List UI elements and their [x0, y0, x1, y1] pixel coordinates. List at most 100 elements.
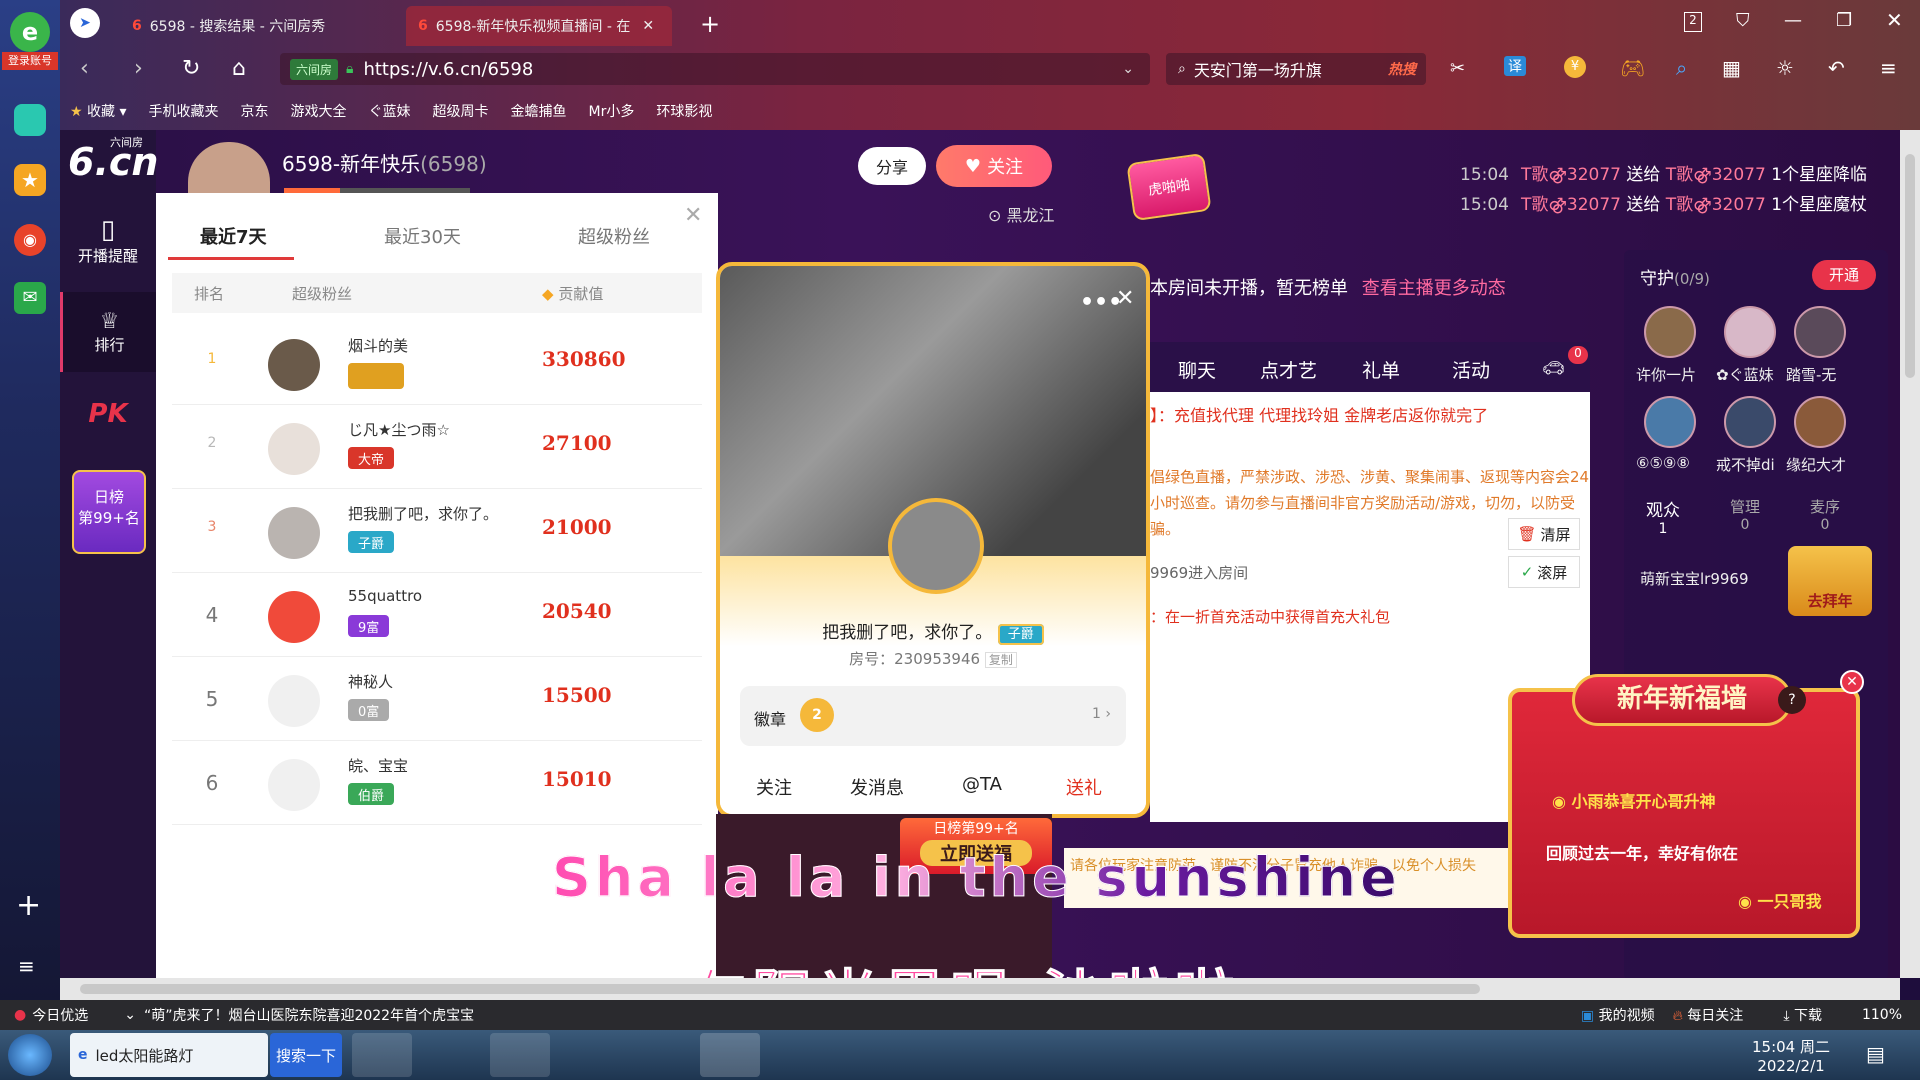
news-ticker[interactable]: “萌”虎来了！烟台山医院东院喜迎2022年首个虎宝宝	[144, 1005, 474, 1025]
send-gift-action[interactable]: 送礼	[1066, 774, 1102, 800]
tab-search-results[interactable]: 6 6598 - 搜索结果 - 六间房秀	[120, 6, 404, 46]
close-icon[interactable]: ✕	[1116, 286, 1134, 311]
forward-icon[interactable]: ›	[134, 56, 143, 81]
search-input[interactable]: 天安门第一场升旗	[1194, 57, 1322, 81]
rank-row[interactable]: 3 把我删了吧，求你了。 子爵 21000	[172, 489, 702, 573]
clock[interactable]: 15:04 周二 2022/2/1	[1752, 1036, 1830, 1075]
daily-rank-badge[interactable]: 日榜 第99+名	[72, 470, 146, 554]
taskbar-ie-icon[interactable]	[422, 1033, 482, 1077]
bookmark-item[interactable]: 手机收藏夹	[149, 101, 219, 121]
guard-avatar[interactable]	[1794, 396, 1846, 448]
close-icon[interactable]: ✕	[684, 203, 702, 228]
menu-icon[interactable]: ≡	[1880, 56, 1897, 80]
tab-count-badge[interactable]: 2	[1684, 12, 1702, 32]
message-receiver[interactable]: T歌⚣32077	[1666, 195, 1766, 215]
user-name[interactable]: 55quattro	[348, 587, 422, 605]
bookmark-item[interactable]: 金蟾捕鱼	[511, 101, 567, 121]
navigate-icon[interactable]: ➤	[70, 8, 100, 38]
share-button[interactable]: 分享	[858, 147, 926, 185]
login-label[interactable]: 登录账号	[2, 52, 58, 70]
horizontal-scrollbar[interactable]	[60, 978, 1900, 1000]
rank-row[interactable]: 5 神秘人 0富 15500	[172, 657, 702, 741]
audience-user[interactable]: 萌新宝宝lr9969	[1640, 568, 1749, 589]
taskbar-app-icon[interactable]	[700, 1033, 760, 1077]
guard-name[interactable]: ✿ぐ蓝妹	[1716, 364, 1774, 385]
tab-mic-queue[interactable]: 麦序 0	[1810, 496, 1840, 533]
back-icon[interactable]: ‹	[80, 56, 89, 81]
tab-gift-list[interactable]: 礼单	[1362, 356, 1400, 383]
add-icon[interactable]: +	[16, 888, 41, 923]
magnifier-icon[interactable]: ⌕	[1676, 56, 1687, 80]
nav-live-reminder[interactable]: ▯ 开播提醒	[60, 200, 156, 280]
more-updates-link[interactable]: 查看主播更多动态	[1362, 278, 1506, 299]
user-name[interactable]: じ凡★尘つ雨☆	[348, 419, 450, 440]
grid-icon[interactable]: ▦	[1722, 56, 1741, 80]
star-icon[interactable]: ★	[14, 164, 46, 196]
bookmark-item[interactable]: ぐ蓝妹	[369, 101, 411, 121]
guard-name[interactable]: 戒不掉di	[1716, 454, 1775, 475]
tab-last-30-days[interactable]: 最近30天	[384, 223, 461, 249]
guard-avatar[interactable]	[1644, 396, 1696, 448]
taskbar-browser-icon[interactable]	[490, 1033, 550, 1077]
send-message-action[interactable]: 发消息	[850, 774, 904, 800]
guard-avatar[interactable]	[1644, 306, 1696, 358]
bookmark-item[interactable]: 京东	[241, 101, 269, 121]
gamepad-icon[interactable]: 🎮︎	[1620, 56, 1645, 80]
profile-avatar[interactable]	[888, 498, 984, 594]
dropdown-chevron-icon[interactable]: ⌄	[1122, 61, 1134, 77]
guard-name[interactable]: 踏雪-无	[1786, 364, 1836, 385]
clear-screen-button[interactable]: 🗑︎ 清屏	[1508, 518, 1580, 550]
my-video-link[interactable]: ▣ 我的视频	[1581, 1005, 1655, 1025]
new-tab-icon[interactable]: +	[700, 10, 720, 38]
follow-button[interactable]: ♥ 关注	[936, 145, 1052, 187]
taskbar-folder-icon[interactable]	[630, 1033, 690, 1077]
weibo-icon[interactable]: ◉	[14, 224, 46, 256]
taskbar-search-button[interactable]: 搜索一下	[270, 1033, 342, 1077]
user-avatar[interactable]	[268, 339, 320, 391]
user-name[interactable]: 神秘人	[348, 671, 393, 692]
tab-chat[interactable]: 聊天	[1178, 356, 1216, 383]
cut-icon[interactable]: ✂	[1450, 58, 1465, 79]
rank-row[interactable]: 1 烟斗的美 330860	[172, 321, 702, 405]
guard-avatar[interactable]	[1724, 306, 1776, 358]
address-bar[interactable]: 六间房 🔒︎ https://v.6.cn/6598 ⌄	[280, 53, 1150, 85]
close-icon[interactable]: ✕	[1840, 670, 1864, 694]
sidebar-app-icon[interactable]	[14, 104, 46, 136]
start-button[interactable]	[8, 1034, 52, 1076]
tab-talent[interactable]: 点才艺	[1260, 356, 1317, 383]
guard-avatar[interactable]	[1794, 306, 1846, 358]
scroll-thumb[interactable]	[80, 984, 1480, 994]
tab-live-room[interactable]: 6 6598-新年快乐视频直播间 - 在 ✕	[406, 6, 672, 46]
scroll-thumb[interactable]	[1905, 154, 1915, 378]
taskbar-chrome-icon[interactable]	[560, 1033, 620, 1077]
search-box[interactable]: ⌕ 天安门第一场升旗 热搜	[1166, 53, 1426, 85]
bookmark-item[interactable]: 游戏大全	[291, 101, 347, 121]
medal-row[interactable]: 徽章 2 1 ›	[740, 686, 1126, 746]
menu-icon[interactable]: ≡	[18, 954, 35, 978]
hot-search-label[interactable]: 热搜	[1388, 59, 1416, 79]
message-sender[interactable]: T歌⚣32077	[1521, 165, 1621, 185]
tab-activity[interactable]: 活动	[1452, 356, 1490, 383]
site-logo[interactable]: 6.cn 六间房	[64, 134, 158, 186]
daily-follow-link[interactable]: 🔥︎ 每日关注	[1673, 1005, 1744, 1025]
minimize-icon[interactable]: —	[1784, 10, 1802, 31]
close-tab-icon[interactable]: ✕	[642, 18, 654, 34]
nav-pk[interactable]: PK	[60, 386, 156, 442]
mail-icon[interactable]: ✉	[14, 282, 46, 314]
mention-action[interactable]: @TA	[962, 774, 1002, 795]
address-input[interactable]: https://v.6.cn/6598	[363, 59, 533, 80]
home-icon[interactable]: ⌂	[232, 56, 246, 81]
car-icon[interactable]: 🚗︎	[1542, 358, 1565, 379]
user-name[interactable]: 烟斗的美	[348, 335, 408, 356]
user-avatar[interactable]	[268, 507, 320, 559]
open-guard-button[interactable]: 开通	[1812, 260, 1876, 290]
zoom-level[interactable]: 110%	[1862, 1007, 1902, 1023]
close-window-icon[interactable]: ✕	[1886, 8, 1903, 32]
rank-row[interactable]: 2 じ凡★尘つ雨☆ 大帝 27100	[172, 405, 702, 489]
follow-action[interactable]: 关注	[756, 774, 792, 800]
tab-last-7-days[interactable]: 最近7天	[200, 223, 267, 249]
daily-picks[interactable]: 今日优选	[32, 1005, 88, 1025]
coin-icon[interactable]: ¥	[1564, 56, 1586, 78]
bookmark-item[interactable]: 环球影视	[656, 101, 712, 121]
bookmark-favorites[interactable]: ★ 收藏 ▾	[70, 101, 127, 121]
